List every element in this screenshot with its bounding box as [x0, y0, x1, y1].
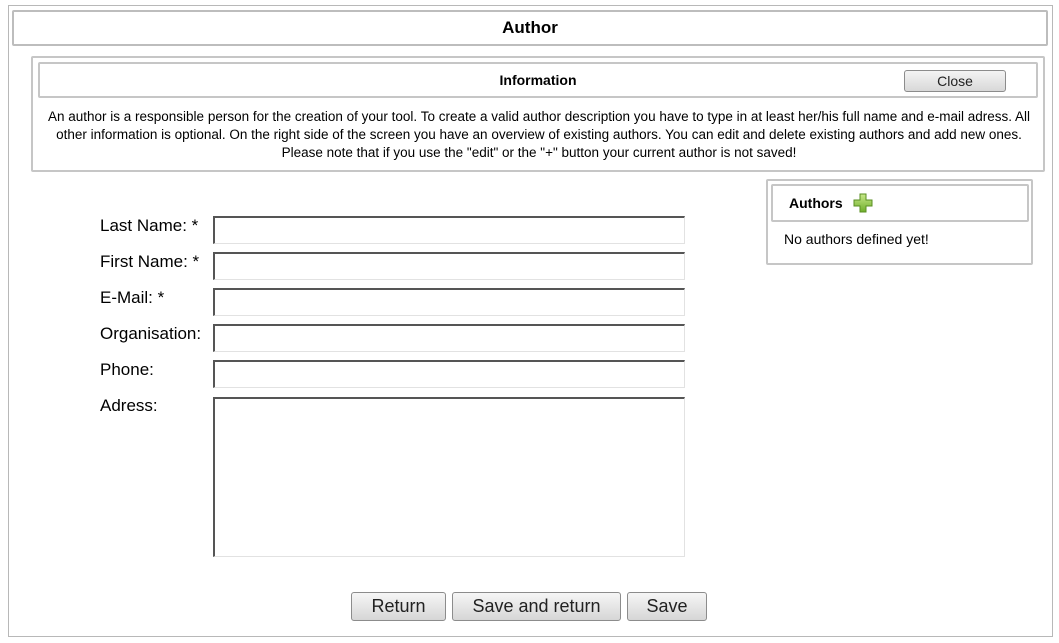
email-input[interactable]: [213, 288, 685, 316]
authors-header: Authors: [771, 184, 1029, 222]
authors-empty-message: No authors defined yet!: [784, 231, 929, 247]
last-name-input[interactable]: [213, 216, 685, 244]
information-header: Information Close: [38, 62, 1038, 98]
phone-input[interactable]: [213, 360, 685, 388]
authors-heading: Authors: [789, 195, 843, 211]
first-name-label: First Name: *: [100, 252, 200, 271]
information-text: An author is a responsible person for th…: [47, 109, 1031, 160]
address-label: Adress:: [100, 396, 158, 415]
information-heading: Information: [499, 72, 577, 88]
information-panel: Information Close An author is a respons…: [31, 56, 1045, 172]
authors-panel: Authors No authors defined yet!: [766, 179, 1033, 265]
dialog-title: Author: [502, 18, 558, 37]
last-name-label: Last Name: *: [100, 216, 199, 235]
phone-label: Phone:: [100, 360, 154, 379]
organisation-label: Organisation:: [100, 324, 202, 343]
address-textarea[interactable]: [213, 397, 685, 557]
save-button[interactable]: Save: [627, 592, 707, 621]
email-label: E-Mail: *: [100, 288, 165, 307]
close-button[interactable]: Close: [904, 70, 1006, 92]
add-author-plus-icon[interactable]: [853, 193, 873, 213]
first-name-input[interactable]: [213, 252, 685, 280]
organisation-input[interactable]: [213, 324, 685, 352]
dialog-title-bar: Author: [12, 10, 1048, 46]
return-button[interactable]: Return: [351, 592, 446, 621]
save-and-return-button[interactable]: Save and return: [452, 592, 621, 621]
